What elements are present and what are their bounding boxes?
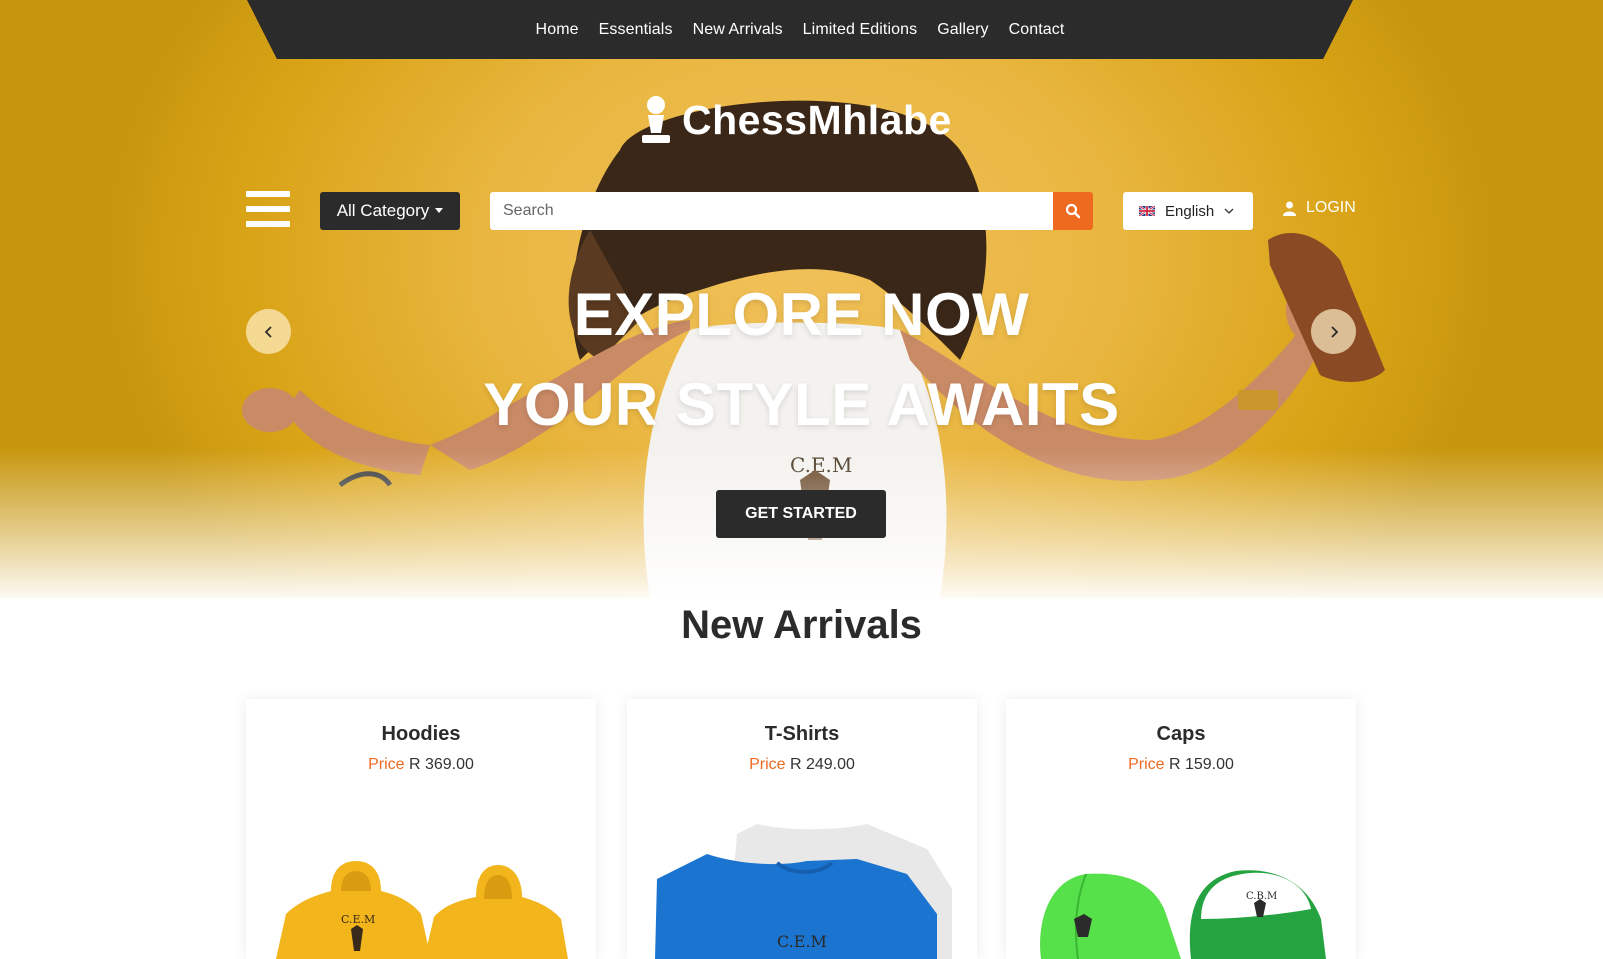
nav-gallery[interactable]: Gallery: [937, 21, 988, 39]
product-card-hoodies[interactable]: Hoodies Price R 369.00 C.E.M: [246, 699, 596, 959]
get-started-button[interactable]: GET STARTED: [716, 490, 886, 538]
hero-headline-1: EXPLORE NOW: [573, 281, 1030, 348]
product-name: T-Shirts: [764, 723, 840, 745]
chevron-down-icon: [1224, 208, 1234, 214]
hero-headline-2: YOUR STYLE AWAITS: [483, 371, 1120, 438]
nav-essentials[interactable]: Essentials: [599, 21, 673, 39]
price-value: R 249.00: [789, 756, 855, 773]
language-selector[interactable]: English: [1123, 192, 1253, 230]
nav-limited-editions[interactable]: Limited Editions: [803, 21, 918, 39]
product-price: Price R 159.00: [1006, 756, 1356, 774]
hamburger-menu-icon[interactable]: [246, 191, 290, 229]
nav-new-arrivals[interactable]: New Arrivals: [693, 21, 783, 39]
product-name: Hoodies: [381, 723, 461, 745]
caret-down-icon: [435, 207, 444, 213]
product-card-tshirts[interactable]: T-Shirts Price R 249.00 C.E.M: [627, 699, 977, 959]
chess-pawn-icon: [642, 96, 670, 143]
search-icon: [1065, 203, 1081, 219]
product-name: Caps: [1156, 723, 1206, 745]
caps-image: C.B.M: [1040, 870, 1326, 959]
nav-home[interactable]: Home: [536, 21, 579, 39]
language-label: English: [1165, 202, 1215, 220]
top-navigation: Home Essentials New Arrivals Limited Edi…: [247, 0, 1353, 59]
product-card-caps[interactable]: Caps Price R 159.00 C.B.M: [1006, 699, 1356, 959]
product-price: Price R 369.00: [246, 756, 596, 774]
login-label: LOGIN: [1306, 199, 1356, 216]
svg-text:C.E.M: C.E.M: [777, 932, 827, 951]
hoodies-image: C.E.M: [276, 861, 568, 959]
price-label: Price: [1128, 756, 1165, 773]
price-label: Price: [749, 756, 786, 773]
search-button[interactable]: [1053, 192, 1093, 230]
tshirts-image: C.E.M: [655, 824, 952, 959]
login-link[interactable]: LOGIN: [1283, 199, 1356, 217]
price-value: R 369.00: [408, 756, 474, 773]
brand-logo[interactable]: ChessMhlabe: [638, 95, 952, 145]
category-dropdown[interactable]: All Category: [320, 192, 460, 230]
new-arrivals-title: New Arrivals: [681, 603, 922, 647]
search-input[interactable]: [490, 192, 1053, 230]
product-price: Price R 249.00: [627, 756, 977, 774]
user-icon: [1283, 201, 1296, 216]
svg-text:C.E.M: C.E.M: [341, 913, 375, 926]
nav-contact[interactable]: Contact: [1009, 21, 1065, 39]
price-label: Price: [368, 756, 405, 773]
category-label: All Category: [336, 201, 430, 220]
price-value: R 159.00: [1168, 756, 1234, 773]
search-bar: [490, 192, 1093, 230]
uk-flag-icon: [1139, 206, 1155, 216]
brand-name: ChessMhlabe: [682, 96, 952, 143]
